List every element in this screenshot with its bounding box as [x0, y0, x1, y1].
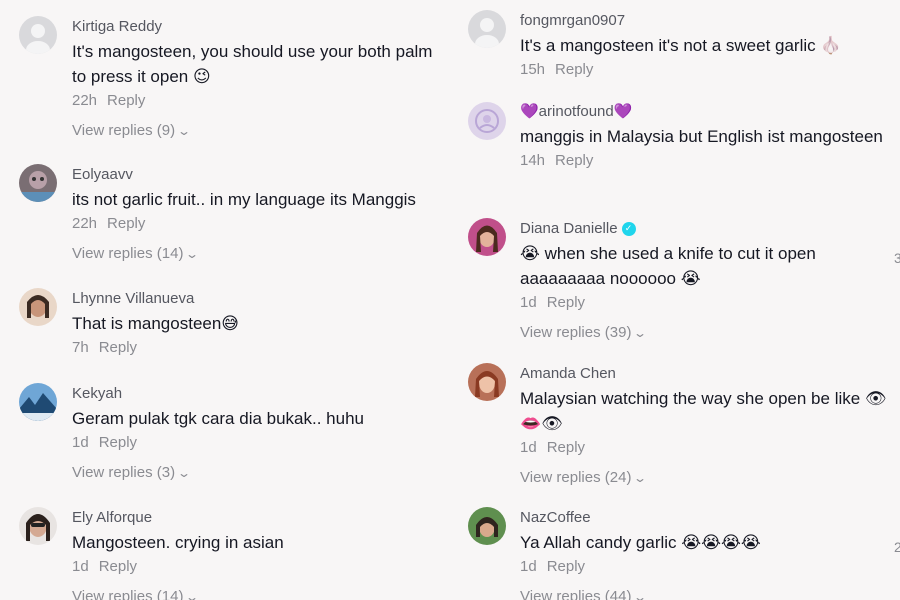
view-replies-label: View replies (24)	[520, 469, 632, 486]
comment-time: 22h	[72, 215, 98, 232]
comment-text: 😭 when she used a knife to cut it open a…	[520, 244, 816, 288]
comment-meta: 22h Reply	[72, 92, 442, 109]
view-replies-button[interactable]: View replies (14) ⌄	[72, 245, 442, 262]
comment-username[interactable]: Ely Alforque	[72, 509, 442, 526]
reply-button[interactable]: Reply	[107, 92, 145, 109]
comment-meta: 22h Reply	[72, 215, 442, 232]
reply-button[interactable]: Reply	[555, 152, 593, 169]
reply-button[interactable]: Reply	[547, 439, 585, 456]
view-replies-button[interactable]: View replies (39) ⌄	[520, 324, 890, 341]
comment-username[interactable]: fongmrgan0907	[520, 12, 890, 29]
reply-button[interactable]: Reply	[99, 339, 137, 356]
view-replies-button[interactable]: View replies (9) ⌄	[72, 122, 442, 139]
chevron-down-icon: ⌄	[633, 470, 648, 485]
view-replies-label: View replies (44)	[520, 588, 632, 600]
view-replies-button[interactable]: View replies (3) ⌄	[72, 464, 442, 481]
view-replies-label: View replies (14)	[72, 588, 184, 600]
comment-meta: 1d Reply	[520, 558, 890, 575]
comment-time: 15h	[520, 61, 546, 78]
view-replies-label: View replies (9)	[72, 122, 176, 139]
reply-button[interactable]: Reply	[547, 294, 585, 311]
comment-username[interactable]: Kirtiga Reddy	[72, 18, 442, 35]
reply-button[interactable]: Reply	[547, 558, 585, 575]
comment-username[interactable]: Kekyah	[72, 385, 442, 402]
view-replies-button[interactable]: View replies (44) ⌄	[520, 588, 890, 600]
comment-text: manggis in Malaysia but English ist mang…	[520, 127, 883, 146]
avatar[interactable]	[468, 507, 506, 545]
comment-time: 1d	[520, 558, 537, 575]
comment-username[interactable]: NazCoffee	[520, 509, 890, 526]
reply-button[interactable]: Reply	[99, 434, 137, 451]
avatar[interactable]	[19, 507, 57, 545]
comment-time: 1d	[72, 434, 89, 451]
comment-time: 1d	[72, 558, 89, 575]
view-replies-label: View replies (3)	[72, 464, 176, 481]
comment-time: 7h	[72, 339, 89, 356]
comment-username[interactable]: Amanda Chen	[520, 365, 890, 382]
avatar[interactable]	[468, 363, 506, 401]
comment-text: Geram pulak tgk cara dia bukak.. huhu	[72, 409, 364, 428]
chevron-down-icon: ⌄	[185, 589, 200, 600]
view-replies-label: View replies (14)	[72, 245, 184, 262]
comment-text: its not garlic fruit.. in my language it…	[72, 190, 416, 209]
avatar[interactable]	[19, 16, 57, 54]
chevron-down-icon: ⌄	[633, 589, 648, 600]
comment-meta: 7h Reply	[72, 339, 442, 356]
avatar[interactable]	[19, 288, 57, 326]
view-replies-label: View replies (39)	[520, 324, 632, 341]
chevron-down-icon: ⌄	[185, 246, 200, 261]
verified-badge-icon: ✓	[621, 221, 636, 236]
reply-button[interactable]: Reply	[107, 215, 145, 232]
comment-time: 22h	[72, 92, 98, 109]
view-replies-button[interactable]: View replies (14) ⌄	[72, 588, 442, 600]
comment-time: 1d	[520, 294, 537, 311]
comment-text: It's mangosteen, you should use your bot…	[72, 42, 433, 86]
avatar[interactable]	[468, 218, 506, 256]
chevron-down-icon: ⌄	[177, 465, 192, 480]
comment-time: 14h	[520, 152, 546, 169]
comment-text: Malaysian watching the way she open be l…	[520, 389, 887, 433]
avatar[interactable]	[468, 102, 506, 140]
comment-text: Mangosteen. crying in asian	[72, 533, 284, 552]
comment-meta: 15h Reply	[520, 61, 890, 78]
reply-button[interactable]: Reply	[555, 61, 593, 78]
comment-username[interactable]: Eolyaavv	[72, 166, 442, 183]
comment-username-label: Diana Danielle	[520, 220, 618, 237]
chevron-down-icon: ⌄	[177, 123, 192, 138]
comment-meta: 1d Reply	[520, 439, 890, 456]
comment-text: Ya Allah candy garlic 😭😭😭😭	[520, 533, 761, 552]
avatar[interactable]	[19, 383, 57, 421]
comment-username[interactable]: Lhynne Villanueva	[72, 290, 442, 307]
comment-meta: 1d Reply	[520, 294, 890, 311]
comment-meta: 1d Reply	[72, 558, 442, 575]
comment-username[interactable]: Diana Danielle ✓	[520, 220, 890, 237]
comment-time: 1d	[520, 439, 537, 456]
comment-meta: 1d Reply	[72, 434, 442, 451]
avatar[interactable]	[19, 164, 57, 202]
avatar[interactable]	[468, 10, 506, 48]
comment-username[interactable]: 💜arinotfound💜	[520, 102, 890, 120]
comment-meta: 14h Reply	[520, 152, 890, 169]
chevron-down-icon: ⌄	[633, 325, 648, 340]
reply-button[interactable]: Reply	[99, 558, 137, 575]
comment-text: It's a mangosteen it's not a sweet garli…	[520, 36, 842, 55]
view-replies-button[interactable]: View replies (24) ⌄	[520, 469, 890, 486]
comment-text: That is mangosteen😅	[72, 314, 240, 333]
